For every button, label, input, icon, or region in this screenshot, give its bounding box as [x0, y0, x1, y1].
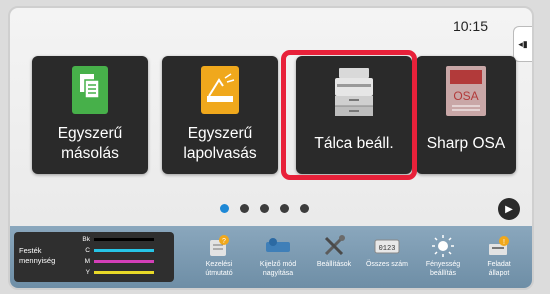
toner-y: Y [78, 269, 154, 276]
collapse-left-icon[interactable]: ◂▮ [513, 26, 532, 62]
toner-channel-label: Y [85, 269, 90, 276]
bottom-item-label: beállítás [429, 270, 457, 277]
osa-icon: OSA [446, 66, 486, 121]
page-dot[interactable] [220, 204, 229, 213]
next-page-button[interactable]: ▶ [498, 198, 520, 220]
toner-channel-label: M [84, 258, 90, 265]
tile-label-line2: lapolvasás [183, 145, 257, 162]
job-status-icon: ! [476, 232, 522, 260]
bottom-item-label: Kezelési [205, 261, 233, 268]
tile-tray-settings[interactable]: Tálca beáll. [296, 56, 412, 174]
brightness-icon [420, 232, 466, 260]
copy-icon [72, 66, 108, 119]
printer-icon [331, 68, 377, 125]
svg-text:0123: 0123 [379, 245, 396, 253]
counter-icon: 0123 [364, 232, 410, 260]
bottom-item-label: nagyítása [262, 270, 294, 277]
bottom-item-label: Kijelző mód [259, 261, 297, 268]
bottom-item-label: Feladat [487, 261, 511, 268]
tile-simple-scan[interactable]: Egyszerű lapolvasás [162, 56, 278, 174]
page-dot[interactable] [300, 204, 309, 213]
tile-label: Sharp OSA [426, 135, 506, 152]
toner-label-line2: mennyiség [19, 256, 56, 265]
page-indicator [220, 204, 309, 213]
home-screen: 10:15 ◂▮ Egyszerű másolás Egyszerű lapol… [8, 6, 534, 290]
page-dot[interactable] [240, 204, 249, 213]
tile-label-line1: Egyszerű [57, 125, 123, 142]
svg-text:?: ? [222, 238, 226, 245]
tile-simple-copy[interactable]: Egyszerű másolás [32, 56, 148, 174]
manual-button[interactable]: ? Kezelési útmutató [196, 232, 242, 278]
tile-label-line2: másolás [61, 145, 119, 162]
toner-channel-label: Bk [82, 236, 90, 243]
tile-sharp-osa[interactable]: OSA Sharp OSA [416, 56, 516, 174]
page-dot[interactable] [280, 204, 289, 213]
job-status-button[interactable]: ! Feladat állapot [476, 232, 522, 278]
settings-button[interactable]: Beállítások [311, 232, 357, 269]
clock: 10:15 [452, 18, 488, 34]
tile-label-line1: Egyszerű [187, 125, 253, 142]
manual-icon: ? [196, 232, 242, 260]
toner-level-panel[interactable]: Festék mennyiség Bk C M Y [14, 232, 174, 282]
toner-label: Festék mennyiség [19, 246, 55, 266]
bottom-item-label: állapot [488, 270, 510, 277]
svg-text:OSA: OSA [453, 89, 478, 103]
toner-bk: Bk [78, 236, 154, 243]
page-dot[interactable] [260, 204, 269, 213]
tile-label: Tálca beáll. [314, 135, 394, 152]
settings-tools-icon [311, 232, 357, 260]
toner-c: C [78, 247, 154, 254]
bottom-item-label: útmutató [205, 270, 233, 277]
counter-button[interactable]: 0123 Összes szám [364, 232, 410, 269]
bottom-item-label: Fényesség [425, 261, 461, 268]
brightness-button[interactable]: Fényesség beállítás [420, 232, 466, 278]
toner-m: M [78, 258, 154, 265]
app-tiles: Egyszerű másolás Egyszerű lapolvasás Tál… [32, 50, 516, 184]
bottom-item-label: Összes szám [365, 261, 408, 268]
toner-label-line1: Festék [19, 246, 42, 255]
display-zoom-icon [255, 232, 301, 260]
scanner-icon [201, 66, 239, 119]
display-zoom-button[interactable]: Kijelző mód nagyítása [255, 232, 301, 278]
device-frame: 10:15 ◂▮ Egyszerű másolás Egyszerű lapol… [0, 0, 550, 294]
svg-text:!: ! [503, 239, 505, 246]
toner-channel-label: C [85, 247, 90, 254]
bottom-item-label: Beállítások [316, 261, 352, 268]
bottom-bar: Festék mennyiség Bk C M Y ? Kezelési útm… [10, 226, 532, 288]
